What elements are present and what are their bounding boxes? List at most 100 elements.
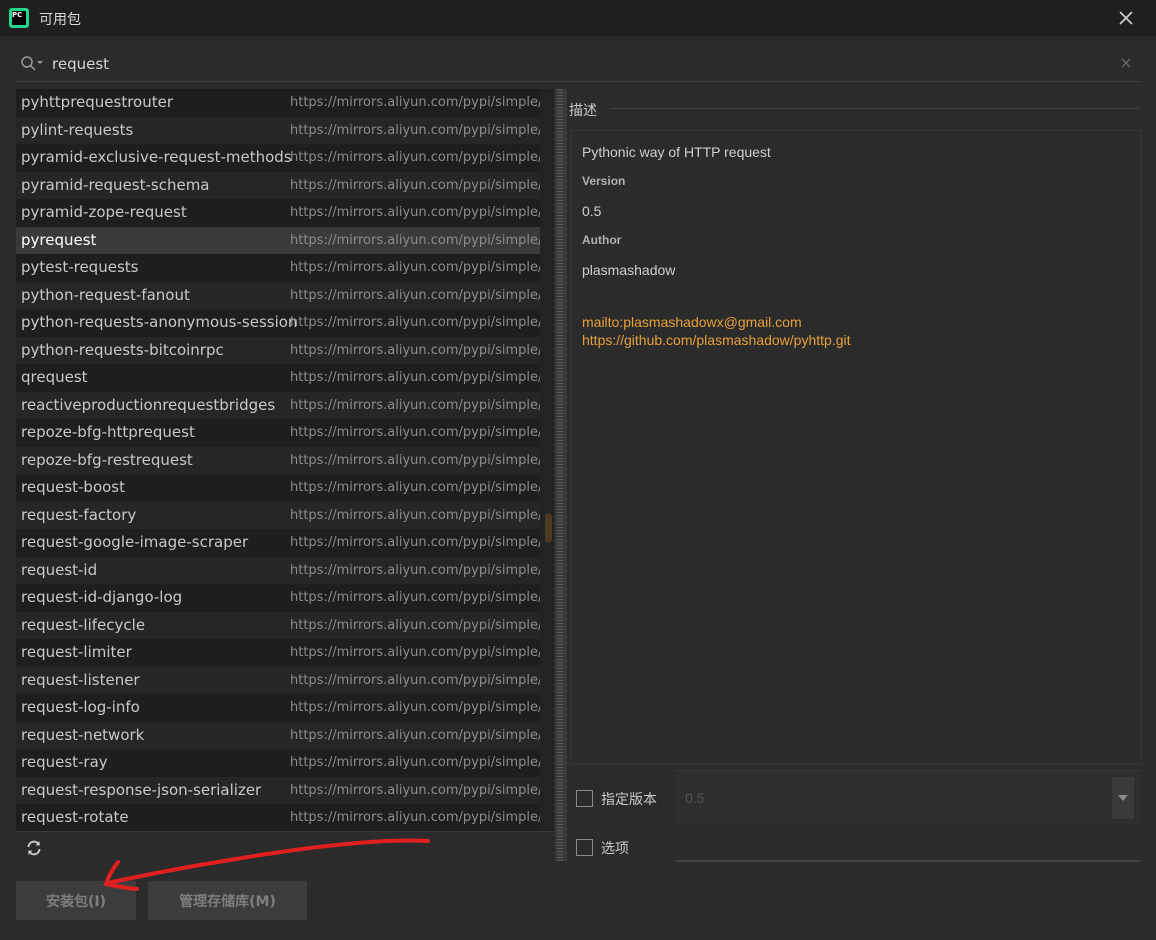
package-summary: Pythonic way of HTTP request xyxy=(582,144,771,160)
package-row[interactable]: pyrequest https://mirrors.aliyun.com/pypi… xyxy=(16,226,546,254)
package-repository: https://mirrors.aliyun.com/pypi/simple/ xyxy=(290,370,543,385)
pycharm-icon: PC xyxy=(9,8,29,28)
package-repository: https://mirrors.aliyun.com/pypi/simple/ xyxy=(290,425,543,440)
package-repository: https://mirrors.aliyun.com/pypi/simple/ xyxy=(290,562,543,578)
package-repository: https://mirrors.aliyun.com/pypi/simple/ xyxy=(290,782,543,798)
package-name: pyramid-exclusive-request-methods xyxy=(21,148,292,166)
options-label: 选项 xyxy=(601,841,629,857)
package-row[interactable]: python-request-fanout https://mirrors.ali… xyxy=(16,281,546,309)
package-repository: https://mirrors.aliyun.com/pypi/simple/ xyxy=(290,397,543,413)
package-row[interactable]: pyramid-request-schema https://mirrors.al… xyxy=(16,171,546,199)
list-scrollbar-thumb[interactable] xyxy=(545,513,552,543)
package-name: request-log-info xyxy=(21,698,140,716)
package-name: request-boost xyxy=(21,478,126,496)
package-repository: https://mirrors.aliyun.com/pypi/simple/ xyxy=(290,342,543,358)
options-input[interactable] xyxy=(676,860,1140,862)
package-row[interactable]: request-id-django-log https://mirrors.ali… xyxy=(16,584,546,612)
package-name: request-limiter xyxy=(21,643,132,661)
version-value: 0.5 xyxy=(582,203,602,219)
package-repository: https://mirrors.aliyun.com/pypi/simple/ xyxy=(290,122,543,138)
package-name: qrequest xyxy=(21,368,88,386)
package-repository: https://mirrors.aliyun.com/pypi/simple/ xyxy=(290,645,543,660)
package-row[interactable]: request-network https://mirrors.aliyun.co… xyxy=(16,721,546,749)
package-row[interactable]: request-listener https://mirrors.aliyun.c… xyxy=(16,666,546,694)
package-repository: https://mirrors.aliyun.com/pypi/simple/ xyxy=(290,590,543,605)
panel-splitter[interactable] xyxy=(555,89,567,861)
package-row[interactable]: python-requests-bitcoinrpc https://mirror… xyxy=(16,336,546,364)
list-toolbar xyxy=(16,831,554,863)
package-row[interactable]: python-requests-anonymous-session https:/… xyxy=(16,309,546,337)
title-bar: PC 可用包 xyxy=(0,0,1156,36)
list-scrollbar[interactable] xyxy=(540,89,554,831)
package-repository: https://mirrors.aliyun.com/pypi/simple/ xyxy=(290,177,543,193)
version-select[interactable]: 0.5 xyxy=(676,770,1140,825)
package-row[interactable]: reactiveproductionrequestbridges https://… xyxy=(16,391,546,419)
package-name: python-requests-anonymous-session xyxy=(21,313,298,331)
package-repository: https://mirrors.aliyun.com/pypi/simple/ xyxy=(290,727,543,743)
package-name: repoze-bfg-restrequest xyxy=(21,450,193,469)
package-row[interactable]: request-limiter https://mirrors.aliyun.co… xyxy=(16,639,546,667)
package-repository: https://mirrors.aliyun.com/pypi/simple/ xyxy=(290,507,543,523)
package-row[interactable]: pyramid-exclusive-request-methods https:/… xyxy=(16,144,546,172)
package-row[interactable]: repoze-bfg-restrequest https://mirrors.al… xyxy=(16,446,546,474)
package-repository: https://mirrors.aliyun.com/pypi/simple/ xyxy=(290,810,543,825)
package-row[interactable]: request-rotate https://mirrors.aliyun.com… xyxy=(16,804,546,831)
author-label: Author xyxy=(582,233,622,247)
homepage-link[interactable]: https://github.com/plasmashadow/pyhttp.g… xyxy=(582,332,850,348)
install-package-button[interactable]: 安装包(I) xyxy=(16,881,136,920)
clear-search-icon[interactable] xyxy=(1120,57,1132,69)
package-repository: https://mirrors.aliyun.com/pypi/simple/ xyxy=(290,672,543,688)
package-repository: https://mirrors.aliyun.com/pypi/simple/ xyxy=(290,535,543,550)
search-bar xyxy=(16,47,1140,82)
package-repository: https://mirrors.aliyun.com/pypi/simple/ xyxy=(290,452,543,468)
close-button[interactable] xyxy=(1112,6,1140,30)
package-repository: https://mirrors.aliyun.com/pypi/simple/ xyxy=(290,95,543,110)
specify-version-checkbox[interactable] xyxy=(576,790,593,807)
package-row[interactable]: pylint-requests https://mirrors.aliyun.co… xyxy=(16,116,546,144)
manage-repositories-button[interactable]: 管理存储库(M) xyxy=(148,881,307,920)
version-dropdown-button[interactable] xyxy=(1112,777,1134,819)
splitter-grip xyxy=(557,89,563,861)
package-name: request-factory xyxy=(21,505,137,524)
package-name: request-id xyxy=(21,560,98,579)
specify-version-label: 指定版本 xyxy=(601,792,657,808)
search-icon[interactable] xyxy=(20,55,46,73)
refresh-icon[interactable] xyxy=(25,839,43,857)
package-row[interactable]: request-id https://mirrors.aliyun.com/pyp… xyxy=(16,556,546,584)
package-name: request-listener xyxy=(21,670,140,689)
author-value: plasmashadow xyxy=(582,262,676,278)
package-repository: https://mirrors.aliyun.com/pypi/simple/ xyxy=(290,755,543,770)
description-header: 描述 xyxy=(569,103,597,119)
package-row[interactable]: request-response-json-serializer https://… xyxy=(16,776,546,804)
description-panel: Pythonic way of HTTP request Version 0.5… xyxy=(570,130,1142,764)
close-icon xyxy=(1119,11,1133,25)
package-row[interactable]: request-ray https://mirrors.aliyun.com/py… xyxy=(16,749,546,777)
options-checkbox[interactable] xyxy=(576,839,593,856)
package-repository: https://mirrors.aliyun.com/pypi/simple/ xyxy=(290,617,543,633)
package-row[interactable]: pyramid-zope-request https://mirrors.aliy… xyxy=(16,199,546,227)
package-row[interactable]: request-google-image-scraper https://mirr… xyxy=(16,529,546,557)
package-row[interactable]: request-factory https://mirrors.aliyun.co… xyxy=(16,501,546,529)
package-name: request-rotate xyxy=(21,808,129,826)
package-row[interactable]: request-boost https://mirrors.aliyun.com/… xyxy=(16,474,546,502)
package-row[interactable]: pytest-requests https://mirrors.aliyun.co… xyxy=(16,254,546,282)
package-row[interactable]: request-lifecycle https://mirrors.aliyun.… xyxy=(16,611,546,639)
package-repository: https://mirrors.aliyun.com/pypi/simple/ xyxy=(290,232,543,248)
package-name: request-google-image-scraper xyxy=(21,533,249,551)
pycharm-icon-text: PC xyxy=(12,11,26,25)
package-list[interactable]: pyhttprequestrouter https://mirrors.aliyu… xyxy=(16,89,554,831)
search-input[interactable] xyxy=(52,53,1052,75)
package-row[interactable]: qrequest https://mirrors.aliyun.com/pypi/… xyxy=(16,364,546,392)
package-name: request-ray xyxy=(21,753,108,771)
description-separator xyxy=(610,108,1140,109)
chevron-down-icon xyxy=(1118,795,1128,801)
package-name: pylint-requests xyxy=(21,120,134,139)
package-row[interactable]: pyhttprequestrouter https://mirrors.aliyu… xyxy=(16,89,546,117)
package-row[interactable]: repoze-bfg-httprequest https://mirrors.al… xyxy=(16,419,546,447)
email-link[interactable]: mailto:plasmashadowx@gmail.com xyxy=(582,314,802,330)
package-repository: https://mirrors.aliyun.com/pypi/simple/ xyxy=(290,150,543,165)
package-name: python-requests-bitcoinrpc xyxy=(21,340,224,359)
package-row[interactable]: request-log-info https://mirrors.aliyun.c… xyxy=(16,694,546,722)
package-repository: https://mirrors.aliyun.com/pypi/simple/ xyxy=(290,700,543,715)
package-name: pytest-requests xyxy=(21,258,139,276)
